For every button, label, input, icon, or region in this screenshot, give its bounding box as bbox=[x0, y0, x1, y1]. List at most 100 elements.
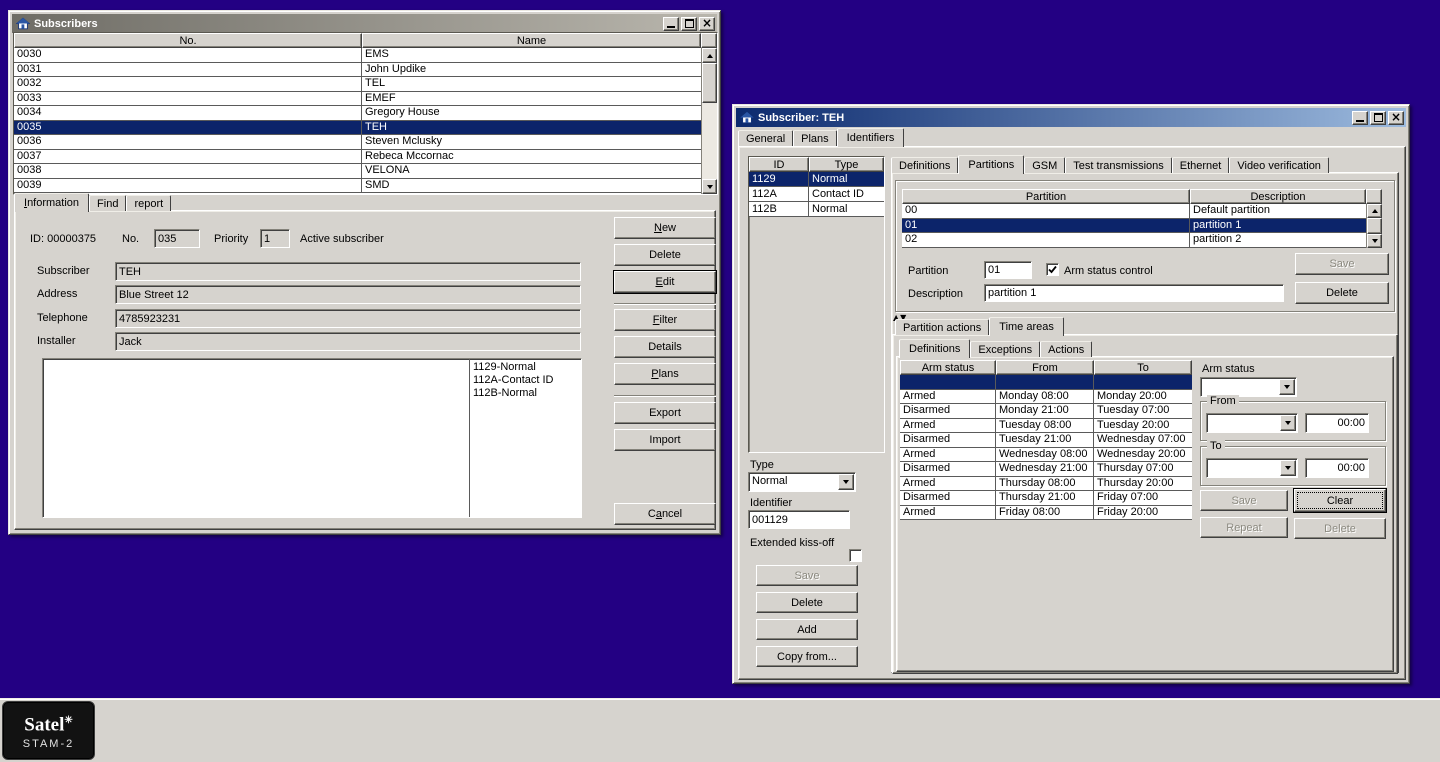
subscriber-row[interactable]: 0030 EMS bbox=[14, 48, 701, 63]
type-dropdown[interactable]: Normal bbox=[748, 472, 856, 492]
time-delete-button[interactable]: Delete bbox=[1294, 518, 1386, 539]
from-day-dropdown[interactable] bbox=[1206, 413, 1298, 433]
identifier-tab[interactable]: Test transmissions bbox=[1065, 157, 1171, 173]
new-button[interactable]: New bbox=[614, 217, 716, 239]
subscriber-row[interactable]: 0039 SMD bbox=[14, 179, 701, 194]
subscriber-row[interactable]: 0034 Gregory House bbox=[14, 106, 701, 121]
priority-field[interactable] bbox=[260, 229, 290, 248]
close-button[interactable]: × bbox=[699, 17, 715, 31]
description-field[interactable] bbox=[984, 284, 1284, 302]
to-time-field[interactable] bbox=[1305, 458, 1369, 478]
extended-kissoff-checkbox[interactable] bbox=[849, 549, 862, 562]
subscribers-tab[interactable]: Find bbox=[89, 195, 126, 211]
subscribers-tab[interactable]: Information bbox=[14, 193, 89, 212]
subscriber-tab[interactable]: General bbox=[738, 130, 793, 146]
action-tab[interactable]: Time areas bbox=[989, 317, 1064, 336]
subscriber-row[interactable]: 0035 TEH bbox=[14, 121, 701, 136]
column-header-name[interactable]: Name bbox=[362, 33, 701, 48]
subscriber-titlebar[interactable]: Subscriber: TEH × bbox=[736, 108, 1406, 127]
dropdown-button[interactable] bbox=[1279, 379, 1295, 395]
identifier-row[interactable]: 112B Normal bbox=[749, 202, 884, 217]
repeat-button[interactable]: Repeat bbox=[1200, 517, 1288, 538]
subscriber-row[interactable]: 0033 EMEF bbox=[14, 92, 701, 107]
column-header-no[interactable]: No. bbox=[14, 33, 362, 48]
subscriber-tab[interactable]: Plans bbox=[793, 130, 837, 146]
column-header-description[interactable]: Description bbox=[1190, 189, 1366, 204]
minimize-button[interactable] bbox=[1352, 111, 1368, 125]
to-day-dropdown[interactable] bbox=[1206, 458, 1298, 478]
address-field[interactable] bbox=[115, 285, 581, 304]
subscribers-titlebar[interactable]: Subscribers × bbox=[12, 14, 717, 33]
scroll-thumb[interactable] bbox=[702, 63, 717, 103]
action-tab[interactable]: Partition actions bbox=[895, 319, 989, 335]
copy-from-button[interactable]: Copy from... bbox=[756, 646, 858, 667]
identifier-field[interactable] bbox=[748, 510, 850, 529]
column-header-type[interactable]: Type bbox=[809, 157, 884, 172]
subscribers-tab[interactable]: report bbox=[126, 195, 171, 211]
identifier-tab[interactable]: GSM bbox=[1024, 157, 1065, 173]
maximize-button[interactable] bbox=[1370, 111, 1386, 125]
subscriber-field[interactable] bbox=[115, 262, 581, 281]
scroll-thumb[interactable] bbox=[1367, 218, 1382, 234]
time-area-row[interactable]: Armed Monday 08:00 Monday 20:00 bbox=[900, 390, 1192, 405]
subscriber-row[interactable]: 0032 TEL bbox=[14, 77, 701, 92]
subscriber-row[interactable]: 0038 VELONA bbox=[14, 164, 701, 179]
clear-button[interactable]: Clear bbox=[1294, 489, 1386, 512]
partition-row[interactable]: 02 partition 2 bbox=[902, 233, 1366, 248]
dropdown-button[interactable] bbox=[838, 474, 854, 490]
subscriber-row[interactable]: 0036 Steven Mclusky bbox=[14, 135, 701, 150]
time-tab[interactable]: Definitions bbox=[899, 339, 970, 358]
time-area-row[interactable] bbox=[900, 375, 1192, 390]
time-area-row[interactable]: Disarmed Wednesday 21:00 Thursday 07:00 bbox=[900, 462, 1192, 477]
scroll-down-button[interactable] bbox=[1367, 234, 1382, 248]
column-header-arm-status[interactable]: Arm status bbox=[900, 360, 996, 375]
time-area-row[interactable]: Disarmed Tuesday 21:00 Wednesday 07:00 bbox=[900, 433, 1192, 448]
partitions-scrollbar[interactable] bbox=[1366, 204, 1382, 248]
identifier-row[interactable]: 1129 Normal bbox=[749, 172, 884, 187]
dropdown-button[interactable] bbox=[1280, 460, 1296, 476]
partition-save-button[interactable]: Save bbox=[1295, 253, 1389, 275]
time-tab[interactable]: Actions bbox=[1040, 341, 1092, 357]
identifier-delete-button[interactable]: Delete bbox=[756, 592, 858, 613]
dropdown-button[interactable] bbox=[1280, 415, 1296, 431]
import-button[interactable]: Import bbox=[614, 429, 716, 451]
column-header-id[interactable]: ID bbox=[749, 157, 809, 172]
subscriber-tab[interactable]: Identifiers bbox=[837, 128, 905, 147]
partition-row[interactable]: 00 Default partition bbox=[902, 204, 1366, 219]
time-area-row[interactable]: Armed Thursday 08:00 Thursday 20:00 bbox=[900, 477, 1192, 492]
notes-area[interactable] bbox=[43, 359, 469, 517]
installer-field[interactable] bbox=[115, 332, 581, 351]
subscriber-row[interactable]: 0037 Rebeca Mccornac bbox=[14, 150, 701, 165]
minimize-button[interactable] bbox=[663, 17, 679, 31]
close-button[interactable]: × bbox=[1388, 111, 1404, 125]
identifier-save-button[interactable]: Save bbox=[756, 565, 858, 586]
time-area-row[interactable]: Disarmed Monday 21:00 Tuesday 07:00 bbox=[900, 404, 1192, 419]
time-area-row[interactable]: Armed Wednesday 08:00 Wednesday 20:00 bbox=[900, 448, 1192, 463]
time-area-row[interactable]: Armed Tuesday 08:00 Tuesday 20:00 bbox=[900, 419, 1192, 434]
notes-box[interactable]: 1129-Normal112A-Contact ID112B-Normal bbox=[42, 358, 582, 518]
arm-status-control-checkbox[interactable] bbox=[1046, 263, 1059, 276]
identifier-tab[interactable]: Video verification bbox=[1229, 157, 1329, 173]
vertical-scrollbar[interactable] bbox=[701, 48, 717, 194]
export-button[interactable]: Export bbox=[614, 402, 716, 424]
maximize-button[interactable] bbox=[681, 17, 697, 31]
time-area-row[interactable]: Armed Friday 08:00 Friday 20:00 bbox=[900, 506, 1192, 521]
details-button[interactable]: Details bbox=[614, 336, 716, 358]
telephone-field[interactable] bbox=[115, 309, 581, 328]
delete-button[interactable]: Delete bbox=[614, 244, 716, 266]
partition-field[interactable] bbox=[984, 261, 1032, 279]
time-area-row[interactable]: Disarmed Thursday 21:00 Friday 07:00 bbox=[900, 491, 1192, 506]
subscriber-row[interactable]: 0031 John Updike bbox=[14, 63, 701, 78]
time-tab[interactable]: Exceptions bbox=[970, 341, 1040, 357]
filter-button[interactable]: Filter bbox=[614, 309, 716, 331]
cancel-button[interactable]: Cancel bbox=[614, 503, 716, 525]
identifier-tab[interactable]: Ethernet bbox=[1172, 157, 1230, 173]
time-save-button[interactable]: Save bbox=[1200, 490, 1288, 511]
arm-status-dropdown[interactable] bbox=[1200, 377, 1297, 397]
scroll-up-button[interactable] bbox=[1367, 204, 1382, 218]
identifier-add-button[interactable]: Add bbox=[756, 619, 858, 640]
identifier-tab[interactable]: Partitions bbox=[958, 155, 1024, 174]
scroll-down-button[interactable] bbox=[702, 179, 717, 194]
column-header-from[interactable]: From bbox=[996, 360, 1094, 375]
column-header-to[interactable]: To bbox=[1094, 360, 1192, 375]
